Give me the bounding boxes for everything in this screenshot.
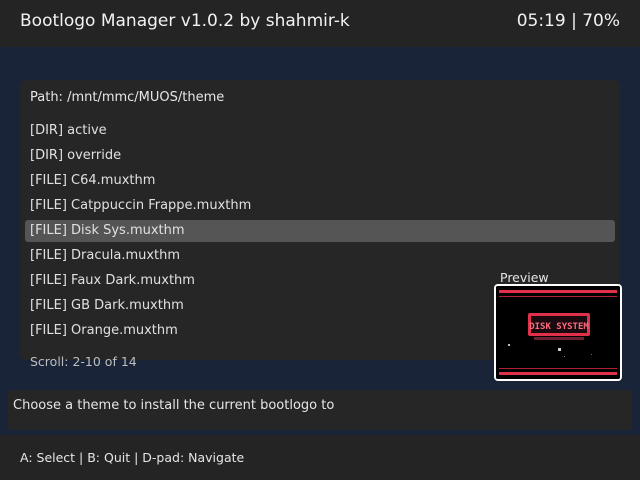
- bootlogo-preview-image: DISK SYSTEM: [496, 286, 620, 379]
- clock-battery-status: 05:19 | 70%: [516, 11, 620, 31]
- prompt-panel: Choose a theme to install the current bo…: [8, 390, 632, 430]
- list-item-override-dir[interactable]: [DIR] override: [25, 145, 615, 167]
- list-item-disk-sys-selected[interactable]: [FILE] Disk Sys.muxthm: [25, 220, 615, 242]
- preview-label: Preview: [500, 270, 549, 285]
- preview-logo-text: DISK SYSTEM: [529, 322, 589, 332]
- app-title: Bootlogo Manager v1.0.2 by shahmir-k: [20, 11, 350, 31]
- list-item-c64[interactable]: [FILE] C64.muxthm: [25, 170, 615, 192]
- list-item-catppuccin-frappe[interactable]: [FILE] Catppuccin Frappe.muxthm: [25, 195, 615, 217]
- list-item-dracula[interactable]: [FILE] Dracula.muxthm: [25, 245, 615, 267]
- prompt-message: Choose a theme to install the current bo…: [13, 398, 335, 413]
- scroll-indicator: Scroll: 2-10 of 14: [30, 354, 137, 369]
- control-hints: A: Select | B: Quit | D-pad: Navigate: [20, 450, 245, 465]
- current-path: Path: /mnt/mmc/MUOS/theme: [30, 90, 225, 105]
- header-bar: Bootlogo Manager v1.0.2 by shahmir-k 05:…: [0, 0, 640, 47]
- footer-bar: A: Select | B: Quit | D-pad: Navigate: [0, 435, 640, 480]
- list-item-active-dir[interactable]: [DIR] active: [25, 120, 615, 142]
- bootlogo-preview: DISK SYSTEM: [494, 284, 622, 381]
